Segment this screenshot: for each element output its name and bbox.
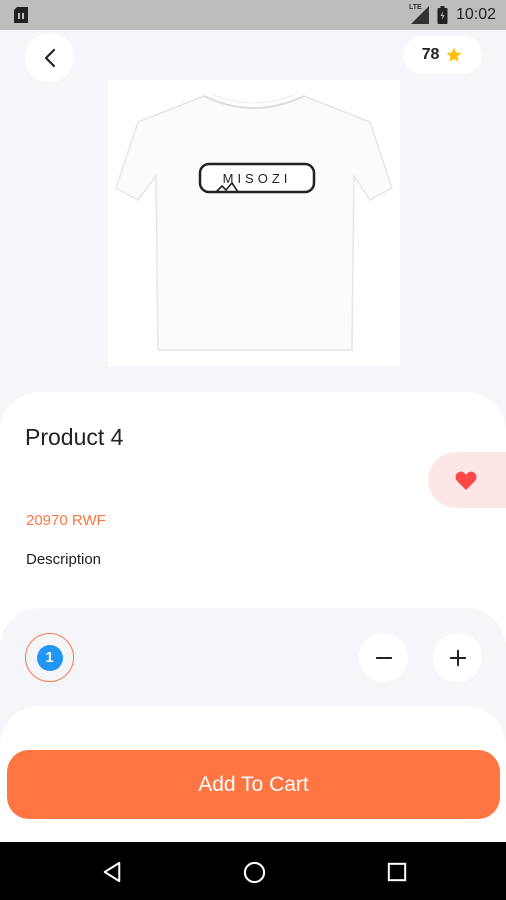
product-price: 20970 RWF — [26, 512, 106, 529]
circle-home-icon — [243, 861, 265, 883]
nav-recents-button[interactable] — [384, 859, 410, 885]
increment-button[interactable] — [433, 633, 482, 682]
rating-badge: 78 — [403, 36, 482, 74]
nav-home-button[interactable] — [241, 859, 267, 885]
nav-back-button[interactable] — [99, 859, 125, 885]
battery-icon — [437, 6, 448, 24]
product-title: Product 4 — [25, 424, 124, 450]
heart-icon — [455, 471, 477, 490]
quantity-value: 1 — [36, 644, 63, 671]
plus-icon — [449, 649, 466, 666]
back-button[interactable] — [25, 33, 74, 82]
network-label: LTE — [408, 4, 422, 11]
favorite-button[interactable] — [428, 452, 506, 508]
star-icon — [446, 47, 462, 62]
system-nav-bar — [0, 842, 506, 900]
add-to-cart-button[interactable]: Add To Cart — [7, 750, 500, 819]
description-label: Description — [26, 551, 102, 568]
status-time: 10:02 — [455, 6, 496, 23]
signal-icon: LTE — [408, 4, 429, 24]
decrement-button[interactable] — [359, 633, 408, 682]
quantity-indicator[interactable]: 1 — [25, 633, 74, 682]
triangle-back-icon — [103, 861, 121, 883]
white-tshirt-image: MISOZI — [108, 80, 400, 366]
minus-icon — [375, 656, 392, 659]
sim-card-icon — [14, 7, 28, 23]
tshirt-logo-text: MISOZI — [223, 171, 292, 186]
rating-value: 78 — [421, 46, 440, 63]
chevron-left-icon — [44, 48, 55, 67]
tshirt-illustration: MISOZI — [115, 93, 393, 351]
status-bar: LTE 10:02 — [0, 0, 506, 30]
square-recents-icon — [387, 862, 407, 882]
